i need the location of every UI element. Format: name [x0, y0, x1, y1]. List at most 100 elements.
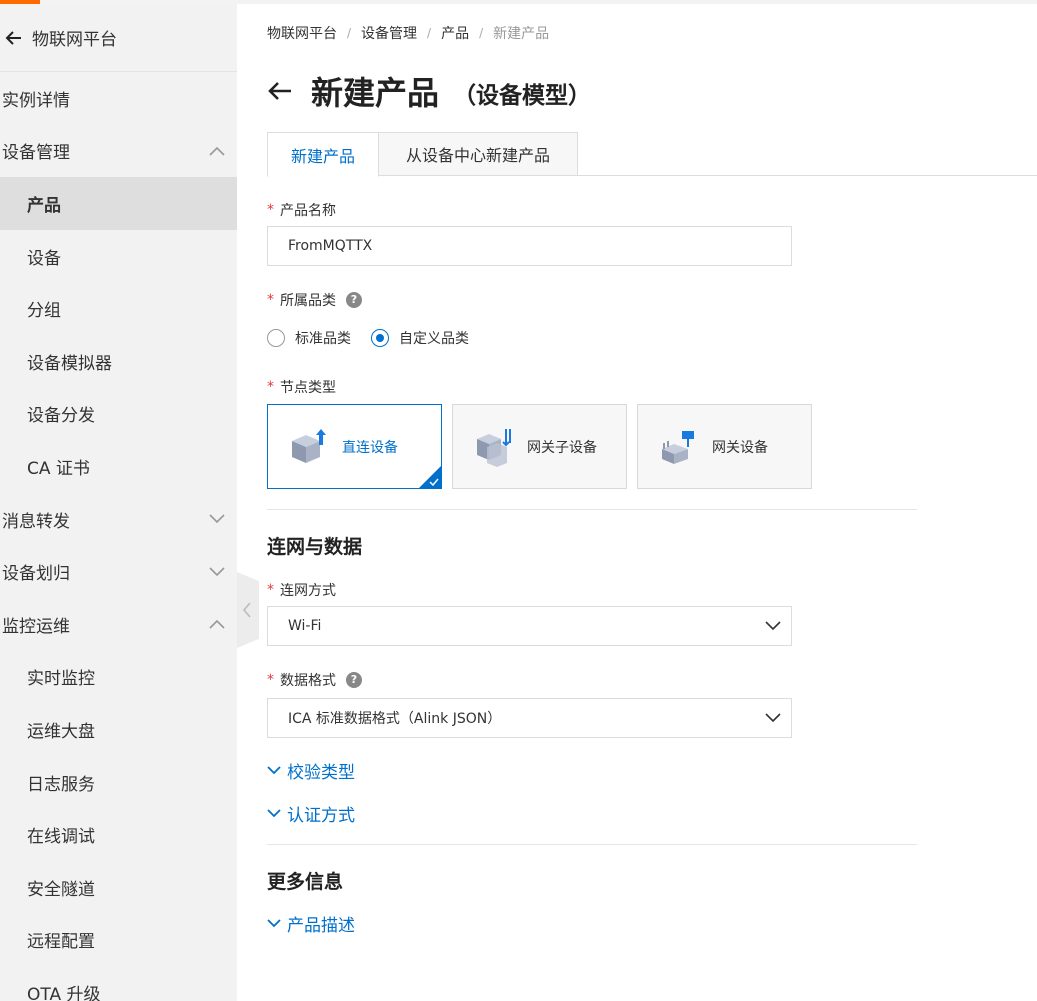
sidebar-item-instance[interactable]: 实例详情: [0, 72, 237, 125]
sidebar-item-label: 设备: [27, 248, 61, 269]
radio-standard-category[interactable]: 标准品类: [267, 328, 351, 348]
select-value: Wi-Fi: [288, 618, 322, 634]
sidebar-item-label: 分组: [27, 301, 61, 322]
card-label: 网关子设备: [527, 439, 597, 456]
radio-custom-category[interactable]: 自定义品类: [371, 328, 469, 348]
radio-label: 标准品类: [295, 331, 351, 347]
sidebar-item-distribution[interactable]: 设备分发: [0, 388, 237, 441]
category-radio-group: 标准品类 自定义品类: [267, 328, 489, 348]
help-icon[interactable]: ?: [346, 292, 362, 308]
sidebar-item-ota[interactable]: OTA 升级: [0, 966, 237, 1001]
breadcrumb-current: 新建产品: [493, 26, 550, 42]
required-mark: *: [267, 202, 274, 218]
node-type-cards: 直连设备 网关子设备 网关设备: [267, 404, 822, 489]
chevron-up-icon: [209, 146, 225, 156]
sidebar-item-ca-cert[interactable]: CA 证书: [0, 440, 237, 493]
sidebar-item-label: 设备分发: [27, 406, 95, 427]
verify-type-toggle[interactable]: 校验类型: [267, 758, 355, 783]
sidebar-item-label: 设备管理: [2, 143, 70, 164]
chevron-up-icon: [209, 620, 225, 629]
product-desc-toggle[interactable]: 产品描述: [267, 911, 355, 936]
sidebar-item-label: CA 证书: [27, 458, 90, 479]
tab-from-device-center[interactable]: 从设备中心新建产品: [378, 132, 578, 176]
label-text: 数据格式: [280, 673, 336, 689]
auth-method-toggle[interactable]: 认证方式: [267, 801, 355, 826]
main-content: 物联网平台 / 设备管理 / 产品 / 新建产品 新建产品 （设备模型） 新建产品 从…: [267, 0, 1037, 1001]
node-type-label: * 节点类型: [267, 377, 336, 397]
tab-bar: 新建产品 从设备中心新建产品: [267, 132, 1037, 177]
breadcrumb: 物联网平台 / 设备管理 / 产品 / 新建产品: [267, 23, 549, 43]
network-section-title: 连网与数据: [267, 536, 363, 558]
sidebar-item-label: 设备划归: [2, 564, 70, 585]
label-text: 所属品类: [280, 293, 336, 309]
chevron-left-icon: [242, 602, 251, 618]
gateway-subdevice-icon: [477, 428, 511, 467]
sidebar-item-dashboard[interactable]: 运维大盘: [0, 703, 237, 756]
sidebar-item-log[interactable]: 日志服务: [0, 756, 237, 809]
chevron-down-icon: [267, 919, 281, 928]
gateway-device-icon: [662, 430, 694, 464]
label-text: 节点类型: [280, 380, 336, 396]
sidebar-item-online-debug[interactable]: 在线调试: [0, 808, 237, 861]
required-mark: *: [267, 582, 274, 598]
sidebar-item-realtime[interactable]: 实时监控: [0, 651, 237, 704]
node-type-gateway-card[interactable]: 网关设备: [637, 404, 812, 489]
sidebar-item-label: 消息转发: [2, 511, 70, 532]
toggle-label: 校验类型: [287, 763, 355, 783]
page-title: 新建产品: [311, 74, 440, 112]
card-label: 网关设备: [712, 439, 768, 456]
sidebar-item-product[interactable]: 产品: [0, 177, 237, 230]
back-arrow-icon[interactable]: [267, 80, 293, 102]
sidebar-header[interactable]: 物联网平台: [0, 4, 237, 72]
sidebar-item-label: 实例详情: [2, 90, 70, 111]
sidebar-item-label: 实时监控: [27, 669, 95, 690]
radio-circle-icon: [267, 329, 285, 347]
toggle-label: 产品描述: [287, 916, 355, 936]
sidebar-item-label: 设备模拟器: [27, 353, 112, 374]
tab-new-product[interactable]: 新建产品: [267, 132, 379, 177]
back-arrow-icon[interactable]: [4, 28, 24, 48]
page-subtitle: （设备模型）: [453, 83, 592, 109]
breadcrumb-item[interactable]: 物联网平台: [267, 23, 337, 43]
data-format-select[interactable]: ICA 标准数据格式（Alink JSON）: [267, 698, 792, 738]
sidebar-item-device-assign[interactable]: 设备划归: [0, 545, 237, 598]
label-text: 连网方式: [280, 583, 336, 599]
required-mark: *: [267, 379, 274, 395]
breadcrumb-separator: /: [427, 26, 432, 40]
chevron-down-icon: [209, 567, 225, 576]
node-type-subdevice-card[interactable]: 网关子设备: [452, 404, 627, 489]
radio-label: 自定义品类: [399, 331, 469, 347]
sidebar-item-simulator[interactable]: 设备模拟器: [0, 335, 237, 388]
sidebar-item-message-forward[interactable]: 消息转发: [0, 493, 237, 546]
sidebar-item-device-management[interactable]: 设备管理: [0, 125, 237, 178]
chevron-down-icon: [765, 713, 781, 723]
network-select[interactable]: Wi-Fi: [267, 606, 792, 646]
sidebar-item-label: 远程配置: [27, 932, 95, 953]
label-text: 产品名称: [280, 203, 336, 219]
network-label: * 连网方式: [267, 580, 336, 600]
sidebar-item-tunnel[interactable]: 安全隧道: [0, 861, 237, 914]
help-icon[interactable]: ?: [346, 672, 362, 688]
sidebar-collapse-handle[interactable]: [237, 572, 259, 648]
radio-checked-icon: [371, 329, 389, 347]
sidebar-item-device[interactable]: 设备: [0, 230, 237, 283]
required-mark: *: [267, 292, 274, 308]
breadcrumb-separator: /: [347, 26, 352, 40]
sidebar-item-label: 产品: [27, 195, 61, 216]
data-format-label: * 数据格式 ?: [267, 670, 362, 690]
sidebar-item-label: 监控运维: [2, 616, 70, 637]
product-name-input[interactable]: FromMQTTX: [267, 226, 792, 266]
sidebar-item-label: 运维大盘: [27, 721, 95, 742]
more-info-section-title: 更多信息: [267, 871, 344, 893]
breadcrumb-item[interactable]: 设备管理: [361, 23, 417, 43]
sidebar-item-label: 日志服务: [27, 774, 95, 795]
toggle-label: 认证方式: [287, 806, 355, 826]
sidebar-item-group[interactable]: 分组: [0, 282, 237, 335]
sidebar: 物联网平台 实例详情 设备管理 产品 设备 分组 设备模拟器 设备分发 CA 证…: [0, 4, 237, 1001]
node-type-direct-card[interactable]: 直连设备: [267, 404, 442, 489]
breadcrumb-item[interactable]: 产品: [441, 23, 469, 43]
section-divider: [267, 844, 917, 845]
sidebar-item-remote-config[interactable]: 远程配置: [0, 914, 237, 967]
sidebar-item-label: 安全隧道: [27, 879, 95, 900]
sidebar-item-monitoring[interactable]: 监控运维: [0, 598, 237, 651]
